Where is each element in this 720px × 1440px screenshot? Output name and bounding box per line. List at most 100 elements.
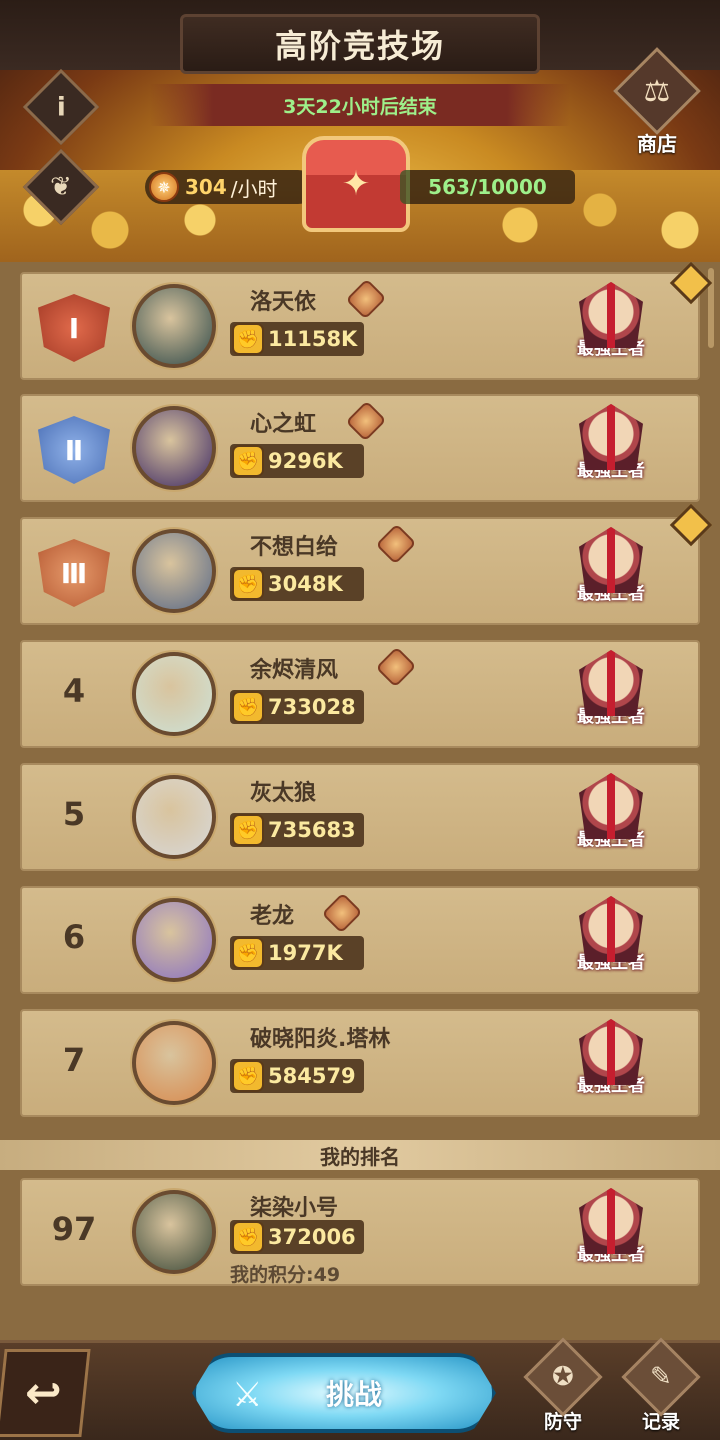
combat-power-value: 1977K [268, 941, 343, 965]
title-badge: 最强王者 [568, 1188, 654, 1280]
combat-power-value: 3048K [268, 572, 343, 596]
crest-icon [579, 773, 643, 839]
title-badge: 最强王者 [568, 282, 654, 374]
title-badge: 最强王者 [568, 404, 654, 496]
crest-icon [579, 527, 643, 593]
defense-button[interactable]: ✪ 防守 [518, 1337, 608, 1439]
title-badge: 最强王者 [568, 896, 654, 988]
leaderboard-row[interactable]: 4 余烬清风 ✊ 733028 最强王者 [20, 640, 700, 748]
bottom-bar: ↩ ⚔ 挑战 ✪ 防守 ✎ 记录 [0, 1337, 720, 1440]
shield-icon: ✪ [552, 1361, 574, 1392]
rank-number: 7 [62, 1041, 86, 1079]
title-badge: 最强王者 [568, 527, 654, 619]
tier-emblem-icon [345, 400, 387, 442]
player-name: 不想白给 [250, 535, 339, 560]
season-timer: 3天22小时后结束 [150, 84, 570, 126]
crest-icon [579, 404, 643, 470]
title-plate: 高阶竞技场 [180, 14, 540, 74]
player-name: 洛天依 [250, 290, 317, 315]
chest-icon: ✦ [341, 164, 371, 204]
chest-progress-fill [400, 170, 410, 204]
combat-power: ✊ 584579 [230, 1059, 364, 1093]
combat-power: ✊ 372006 [230, 1220, 364, 1254]
leaderboard-row[interactable]: Ⅱ 心之虹 ✊ 9296K 最强王者 [20, 394, 700, 502]
leaderboard-row[interactable]: 5 灰太狼 ✊ 735683 最强王者 [20, 763, 700, 871]
challenge-button[interactable]: ⚔ 挑战 [192, 1353, 496, 1433]
combat-power-value: 584579 [268, 1064, 356, 1088]
title-badge: 最强王者 [568, 1019, 654, 1111]
crest-icon [579, 1019, 643, 1085]
tier-emblem-icon [321, 892, 363, 934]
treasure-chest-button[interactable]: ✦ [302, 136, 410, 232]
rank-medal-icon: Ⅱ [38, 416, 110, 484]
fist-icon: ✊ [232, 1060, 264, 1092]
leaderboard-row[interactable]: 7 破晓阳炎.塔林 ✊ 584579 最强王者 [20, 1009, 700, 1117]
leaderboard-row[interactable]: 6 老龙 ✊ 1977K 最强王者 [20, 886, 700, 994]
arena-coin-icon: ✵ [149, 172, 179, 202]
back-arrow-icon: ↩ [24, 1367, 62, 1419]
rank-number: 4 [62, 672, 86, 710]
challenge-label: 挑战 [325, 1378, 382, 1411]
crest-icon [579, 896, 643, 962]
my-rank-row[interactable]: 97 柒染小号 ✊ 372006 我的积分:49 最强王者 [20, 1178, 700, 1286]
player-name: 柒染小号 [250, 1196, 339, 1221]
fist-icon: ✊ [232, 323, 264, 355]
avatar[interactable] [132, 284, 216, 368]
fist-icon: ✊ [232, 691, 264, 723]
combat-power: ✊ 3048K [230, 567, 364, 601]
avatar[interactable] [132, 529, 216, 613]
leaderboard-row[interactable]: Ⅰ 洛天依 ✊ 11158K 最强王者 [20, 272, 700, 380]
player-name: 破晓阳炎.塔林 [250, 1027, 391, 1052]
combat-power-value: 11158K [268, 327, 358, 351]
rank-number: 5 [62, 795, 86, 833]
coin-rate-value: 304 [185, 175, 227, 199]
tier-emblem-icon [345, 278, 387, 320]
combat-power: ✊ 11158K [230, 322, 364, 356]
shield-icon-frame: ✪ [523, 1337, 603, 1417]
my-rank-divider: 我的排名 [0, 1140, 720, 1170]
shop-button[interactable]: ⚖ 商店 [612, 47, 702, 160]
rank-medal-icon: Ⅲ [38, 539, 110, 607]
combat-power-value: 9296K [268, 449, 343, 473]
chest-progress: 563/10000 [400, 170, 575, 204]
fist-icon: ✊ [232, 1221, 264, 1253]
my-rank-label: 我的排名 [320, 1144, 400, 1169]
info-button[interactable]: i [22, 68, 100, 146]
combat-power-value: 733028 [268, 695, 356, 719]
crest-icon [579, 282, 643, 348]
chest-progress-text: 563/10000 [428, 175, 547, 199]
scroll-icon: ✎ [650, 1361, 672, 1392]
avatar[interactable] [132, 1021, 216, 1105]
fist-icon: ✊ [232, 814, 264, 846]
scroll-icon-frame: ✎ [621, 1337, 701, 1417]
record-button[interactable]: ✎ 记录 [616, 1337, 706, 1439]
rank-number: 6 [62, 918, 86, 956]
scales-icon: ⚖ [643, 73, 671, 109]
combat-power: ✊ 9296K [230, 444, 364, 478]
season-timer-text: 3天22小时后结束 [283, 95, 437, 118]
avatar[interactable] [132, 898, 216, 982]
avatar[interactable] [132, 652, 216, 736]
title-badge: 最强王者 [568, 650, 654, 742]
back-button[interactable]: ↩ [0, 1349, 91, 1437]
crossed-swords-icon: ⚔ [232, 1375, 263, 1415]
combat-power: ✊ 735683 [230, 813, 364, 847]
avatar[interactable] [132, 1190, 216, 1274]
avatar[interactable] [132, 775, 216, 859]
title-badge: 最强王者 [568, 773, 654, 865]
page-title: 高阶竞技场 [274, 27, 445, 65]
info-icon: i [56, 91, 66, 122]
combat-power-value: 735683 [268, 818, 356, 842]
leaderboard-row[interactable]: Ⅲ 不想白给 ✊ 3048K 最强王者 [20, 517, 700, 625]
coin-rate: ✵ 304 /小时 [145, 170, 315, 204]
crest-icon [579, 650, 643, 716]
fist-icon: ✊ [232, 568, 264, 600]
my-rank-number: 97 [51, 1210, 97, 1248]
sprout-icon: ❦ [50, 171, 72, 202]
my-score: 我的积分:49 [230, 1264, 341, 1286]
fist-icon: ✊ [232, 445, 264, 477]
player-name: 余烬清风 [250, 658, 339, 683]
player-name: 老龙 [250, 904, 295, 929]
rank-medal-icon: Ⅰ [38, 294, 110, 362]
avatar[interactable] [132, 406, 216, 490]
